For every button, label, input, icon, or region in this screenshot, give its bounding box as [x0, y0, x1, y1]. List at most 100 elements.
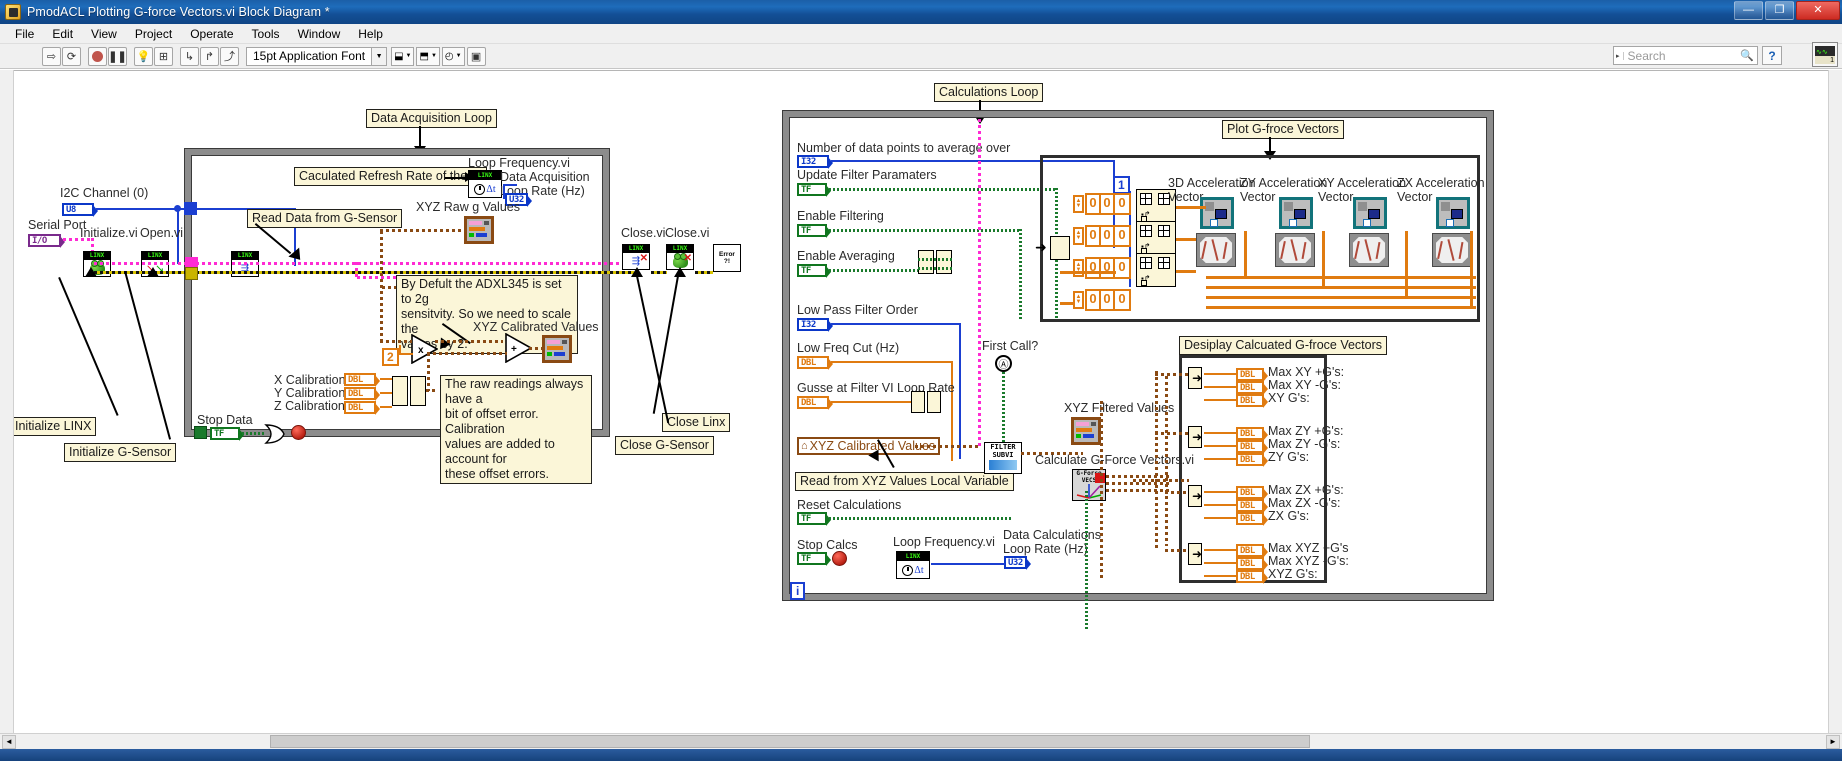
guess-select-node-1[interactable] [911, 391, 925, 413]
block-diagram-canvas[interactable]: Data Acquisition Loop Caculated Refresh … [0, 70, 1842, 733]
terminal-xy-gs[interactable]: DBL [1236, 394, 1268, 408]
terminal-max-zy-plus[interactable]: DBL [1236, 427, 1268, 441]
terminal-number-of-points[interactable]: I32 [797, 155, 833, 169]
plot-3d-acceleration-vi[interactable] [1200, 197, 1234, 229]
step-out-icon[interactable]: ⤴ [220, 46, 239, 66]
terminal-zy-gs[interactable]: DBL [1236, 453, 1268, 467]
resize-objects-icon[interactable]: ◴ ▼ [441, 46, 465, 66]
plot-3d-display[interactable] [1196, 233, 1236, 267]
terminal-update-filter[interactable]: TF [797, 183, 831, 197]
calc-loop-frequency-vi-node[interactable]: LINX Δt [896, 551, 930, 579]
scroll-left-arrow-icon[interactable]: ◄ [2, 735, 16, 749]
or-node[interactable] [264, 423, 286, 450]
run-continuously-icon[interactable]: ⟳ [62, 46, 81, 66]
indicator-xyz-calibrated[interactable] [542, 335, 572, 363]
spinner-icon[interactable]: ▲ ▼ [1073, 227, 1084, 245]
step-into-icon[interactable]: ↳ [180, 46, 199, 66]
maximize-button[interactable]: ❐ [1765, 1, 1794, 20]
indicator-xyz-filtered[interactable] [1071, 417, 1101, 445]
digit-group-2[interactable]: ▲ ▼ 0 0 0 [1073, 225, 1131, 247]
loop-iteration-terminal[interactable]: i [790, 582, 806, 600]
terminal-max-zy-minus[interactable]: DBL [1236, 440, 1268, 454]
terminal-xyz-gs[interactable]: DBL [1236, 570, 1268, 584]
constant-plot-index[interactable]: 1 [1113, 176, 1130, 194]
menu-window[interactable]: Window [289, 26, 350, 42]
bundle-node[interactable] [1050, 236, 1070, 260]
terminal-stop-calcs[interactable]: TF [797, 552, 831, 566]
menu-project[interactable]: Project [126, 26, 181, 42]
array-index-node-2[interactable]: ▪↱ [1136, 221, 1176, 255]
digit-group-3[interactable]: ▲ ▼ 0 0 0 [1073, 257, 1131, 279]
first-call-node[interactable]: Ⓐ [995, 355, 1012, 372]
terminal-max-zx-plus[interactable]: DBL [1236, 486, 1268, 500]
spinner-icon[interactable]: ▲ ▼ [1073, 195, 1084, 213]
calc-loop-stop-condition[interactable] [832, 551, 847, 566]
spinner-icon[interactable]: ▲ ▼ [1073, 291, 1084, 309]
close-button[interactable]: ✕ [1796, 1, 1840, 20]
simple-error-handler-vi[interactable]: Error?! [713, 244, 741, 272]
scroll-right-arrow-icon[interactable]: ► [1826, 735, 1840, 749]
font-dropdown-arrow-icon[interactable]: ▼ [372, 46, 388, 66]
menu-help[interactable]: Help [349, 26, 392, 42]
terminal-max-xy-minus[interactable]: DBL [1236, 381, 1268, 395]
terminal-enable-averaging[interactable]: TF [797, 264, 831, 278]
distribute-objects-icon[interactable]: ⬒ ▼ [416, 46, 440, 66]
build-array-node[interactable] [392, 376, 408, 406]
terminal-calc-loop-rate[interactable]: U32 [1004, 556, 1031, 570]
loop-stop-condition[interactable] [291, 425, 306, 440]
terminal-low-freq-cut[interactable]: DBL [797, 356, 833, 370]
terminal-reset-calculations[interactable]: TF [797, 512, 831, 526]
constant-scale-2[interactable]: 2 [382, 348, 399, 366]
vi-thumbnail-icon[interactable]: ∿∿ 1 [1812, 42, 1838, 67]
add-node[interactable]: + [505, 332, 533, 368]
search-input[interactable]: ▸ Search 🔍 [1613, 46, 1758, 65]
menu-operate[interactable]: Operate [181, 26, 242, 42]
plot-zx-acceleration-vi[interactable] [1436, 197, 1470, 229]
abort-execution-icon[interactable] [88, 46, 107, 66]
terminal-max-xy-plus[interactable]: DBL [1236, 368, 1268, 382]
left-scrollbar[interactable] [0, 70, 14, 733]
magnifier-icon[interactable]: 🔍 [1740, 49, 1754, 62]
plot-xy-acceleration-vi[interactable] [1353, 197, 1387, 229]
menu-tools[interactable]: Tools [243, 26, 289, 42]
reorder-icon[interactable]: ▣ [466, 46, 486, 66]
indicator-xyz-raw[interactable] [464, 216, 494, 244]
step-over-icon[interactable]: ↱ [200, 46, 219, 66]
filter-subvi-node[interactable]: FILTER SUBVI [984, 442, 1022, 474]
loop-frequency-vi-node[interactable]: LINX Δt [468, 170, 502, 198]
terminal-low-pass-order[interactable]: I32 [797, 318, 833, 332]
terminal-stop-data[interactable]: TF [210, 427, 244, 441]
terminal-serial-port[interactable]: I/O [28, 234, 65, 248]
highlight-execution-icon[interactable]: 💡 [134, 46, 153, 66]
terminal-x-calibration[interactable]: DBL [344, 373, 380, 387]
retain-wire-values-icon[interactable]: ⊞ [154, 46, 173, 66]
scrollbar-thumb[interactable] [270, 735, 1310, 748]
right-scrollbar[interactable] [1828, 70, 1842, 733]
array-index-node-3[interactable]: ▪↱ [1136, 253, 1176, 287]
terminal-z-calibration[interactable]: DBL [344, 401, 380, 415]
select-node-1[interactable] [918, 250, 934, 274]
align-objects-icon[interactable]: ⬓ ▼ [391, 46, 415, 66]
terminal-y-calibration[interactable]: DBL [344, 387, 380, 401]
digit-group-1[interactable]: ▲ ▼ 0 0 0 [1073, 193, 1131, 215]
terminal-zx-gs[interactable]: DBL [1236, 512, 1268, 526]
plot-zy-display[interactable] [1275, 233, 1315, 267]
terminal-max-xyz-minus[interactable]: DBL [1236, 557, 1268, 571]
plot-zy-acceleration-vi[interactable] [1279, 197, 1313, 229]
context-help-icon[interactable]: ? [1762, 46, 1782, 65]
menu-view[interactable]: View [82, 26, 126, 42]
terminal-max-zx-minus[interactable]: DBL [1236, 499, 1268, 513]
guess-select-node-2[interactable] [927, 391, 941, 413]
terminal-max-xyz-plus[interactable]: DBL [1236, 544, 1268, 558]
plot-zx-display[interactable] [1432, 233, 1472, 267]
font-selector-label[interactable]: 15pt Application Font [246, 46, 373, 66]
menu-edit[interactable]: Edit [43, 26, 82, 42]
spinner-icon[interactable]: ▲ ▼ [1073, 259, 1084, 277]
terminal-enable-filtering[interactable]: TF [797, 224, 831, 238]
array-to-cluster-node[interactable] [410, 376, 426, 406]
select-node-2[interactable] [936, 250, 952, 274]
terminal-i2c-channel[interactable]: U8 [62, 203, 98, 217]
terminal-guess-filter-rate[interactable]: DBL [797, 396, 833, 410]
menu-file[interactable]: File [6, 26, 43, 42]
digit-group-4[interactable]: ▲ ▼ 0 0 0 [1073, 289, 1131, 311]
